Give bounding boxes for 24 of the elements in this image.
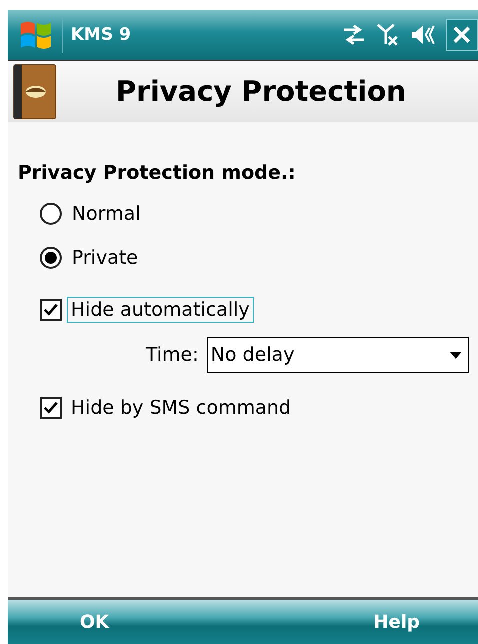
- time-label: Time:: [146, 344, 199, 366]
- softkey-button[interactable]: OK: [8, 600, 250, 644]
- checkmark-icon: [43, 303, 59, 317]
- dropdown-arrow-icon: [450, 352, 462, 358]
- checkbox[interactable]: [40, 299, 62, 321]
- radio-button[interactable]: [40, 203, 62, 225]
- close-button[interactable]: [446, 19, 478, 51]
- checkbox[interactable]: [40, 397, 62, 419]
- checkbox-label: Hide by SMS command: [70, 396, 292, 421]
- checkmark-icon: [43, 401, 59, 415]
- radio-label: Normal: [71, 202, 142, 227]
- connectivity-icon[interactable]: [342, 25, 366, 45]
- time-dropdown[interactable]: No delay: [206, 337, 469, 373]
- speaker-icon[interactable]: [410, 24, 436, 46]
- signal-off-icon[interactable]: [376, 23, 400, 47]
- radio-button[interactable]: [40, 247, 62, 269]
- checkbox-label: Hide automatically: [67, 297, 254, 323]
- radio-label: Private: [71, 246, 140, 271]
- book-icon: [12, 64, 58, 120]
- softkey-button[interactable]: Help: [250, 600, 478, 644]
- page-title: Privacy Protection: [116, 75, 406, 108]
- app-title: KMS 9: [71, 25, 132, 45]
- section-label: Privacy Protection mode.:: [18, 162, 296, 184]
- close-icon: [452, 25, 472, 45]
